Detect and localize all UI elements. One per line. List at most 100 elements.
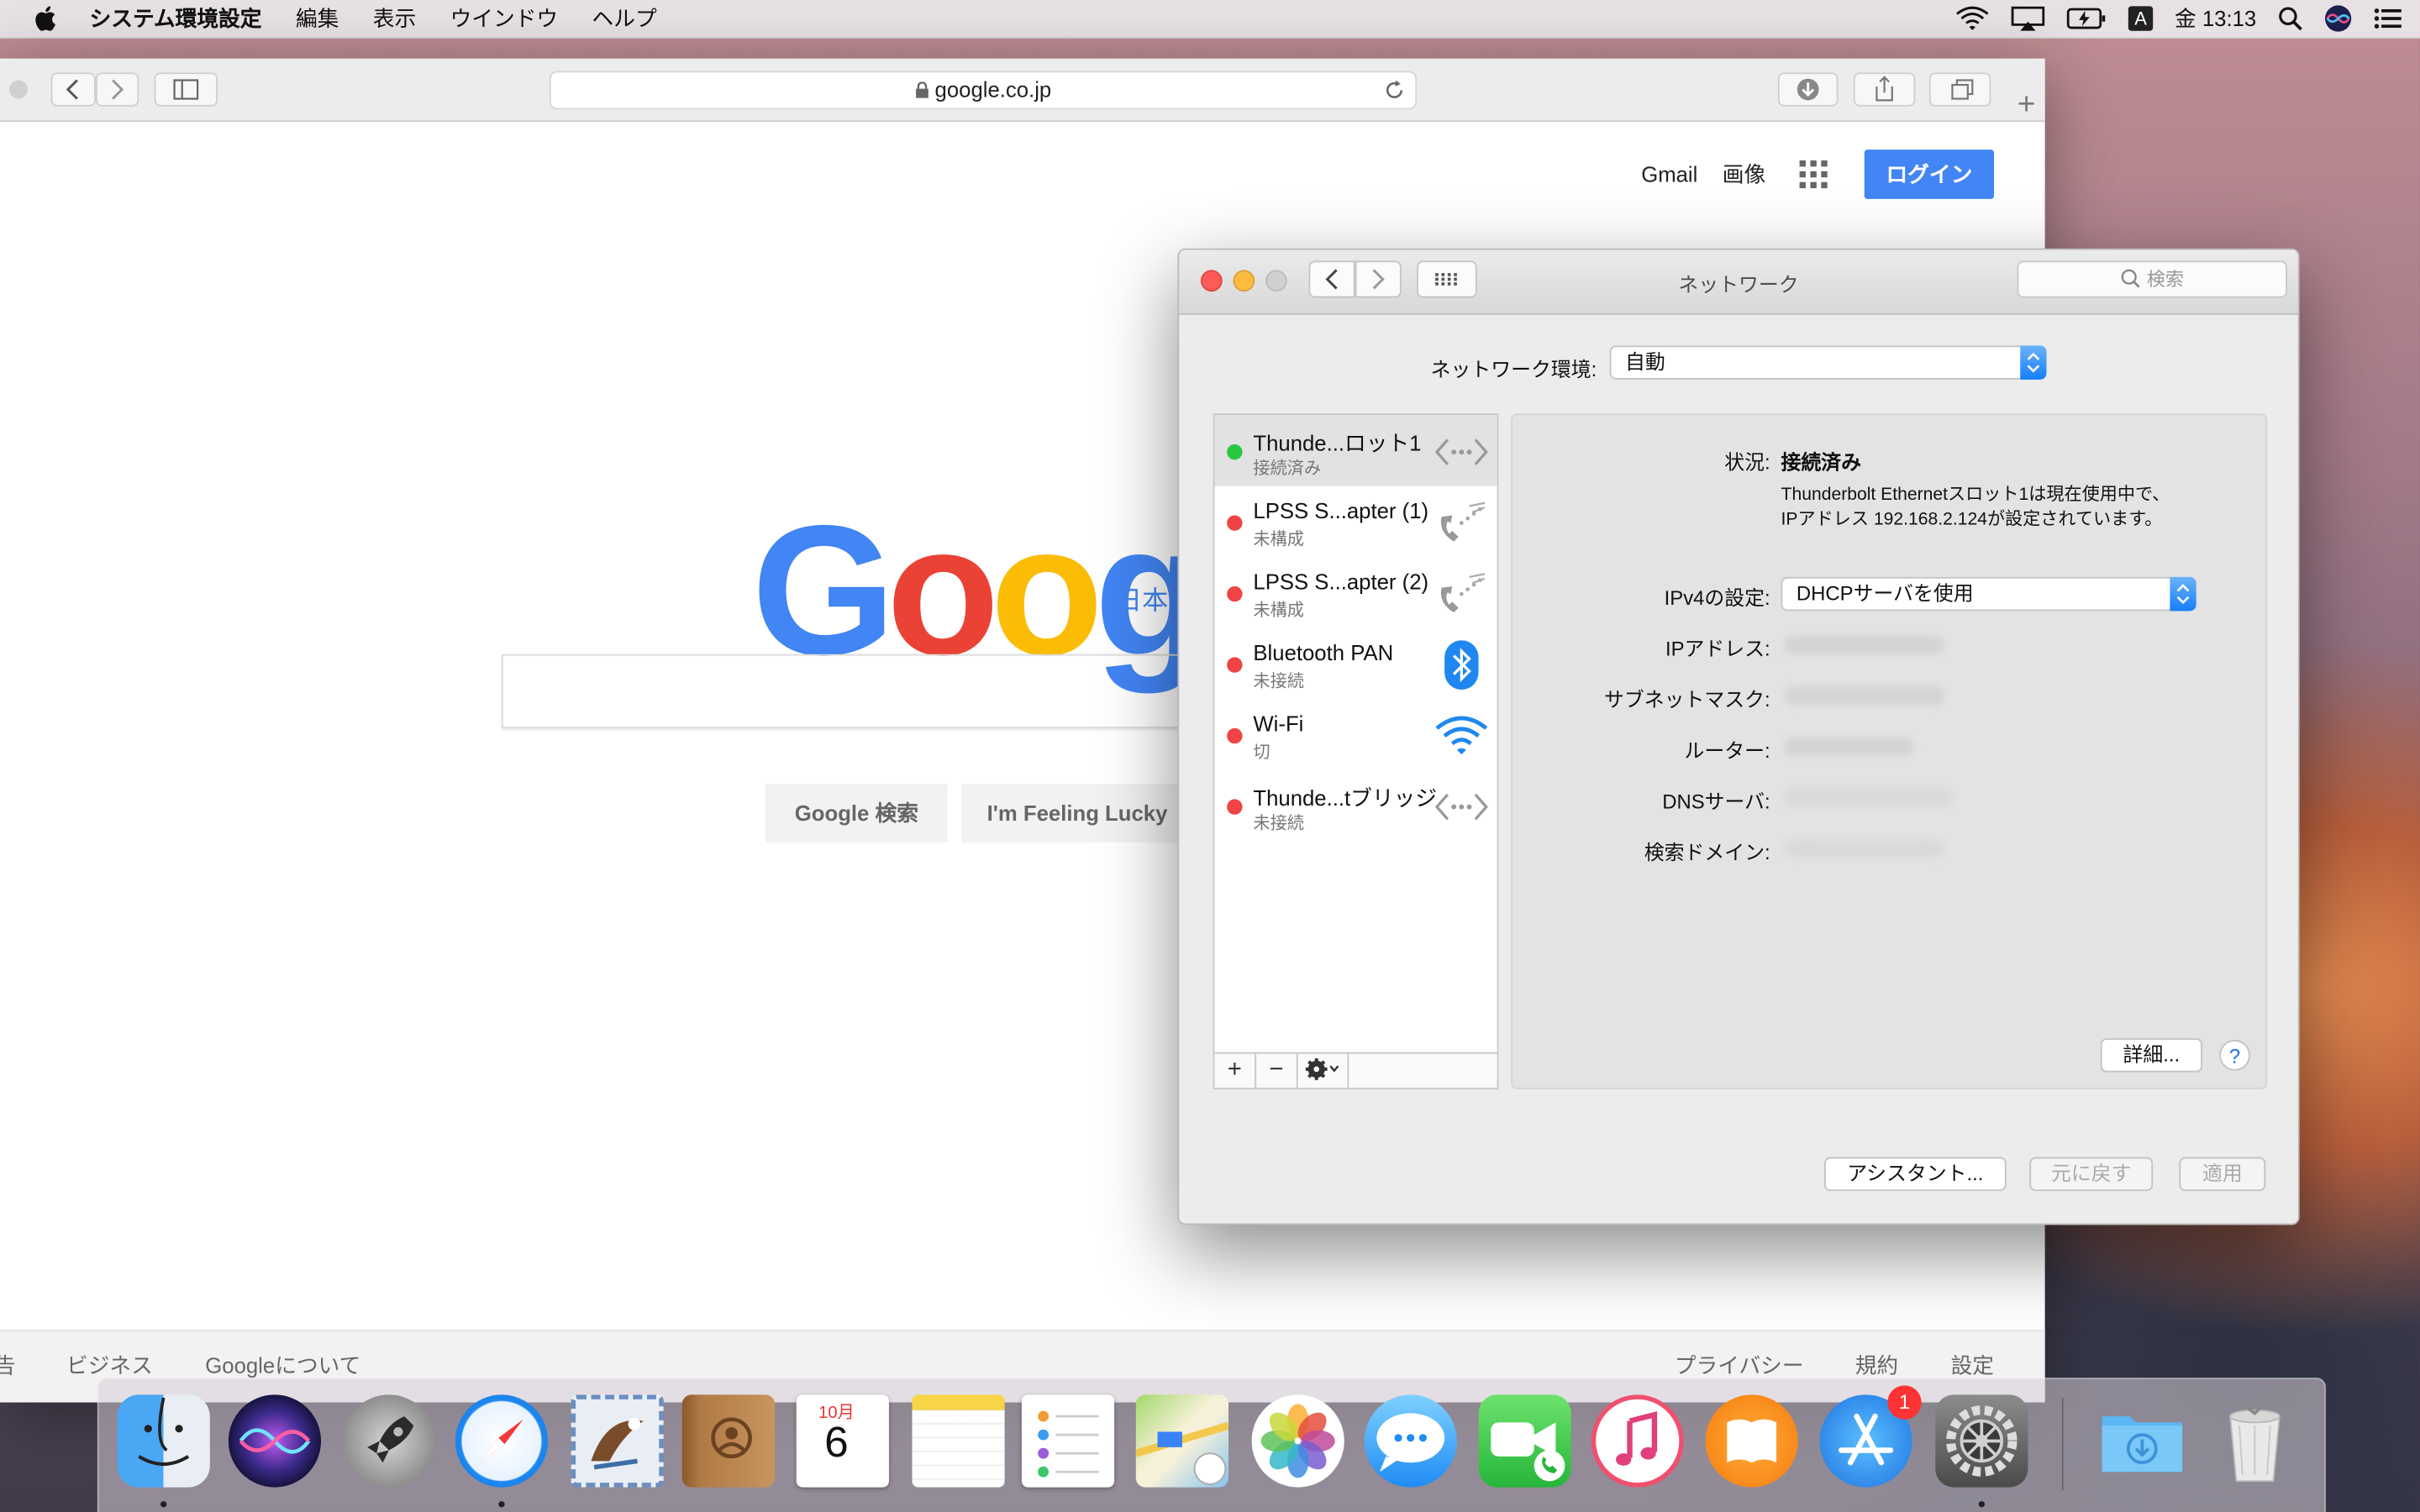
contacts-icon[interactable]	[681, 1394, 776, 1488]
footer-business-link[interactable]: ビジネス	[66, 1350, 153, 1381]
airplay-icon[interactable]	[2011, 6, 2045, 31]
remove-service-button[interactable]: −	[1256, 1053, 1298, 1088]
ip-address-value	[1784, 635, 1945, 654]
forward-button[interactable]	[95, 72, 139, 107]
service-item-lpss-2[interactable]: LPSS S...apter (2) 未構成	[1214, 557, 1497, 627]
download-icon	[1797, 78, 1819, 101]
phone-icon	[1440, 573, 1486, 613]
service-item-thunderbolt-1[interactable]: Thunde...ロット1 接続済み	[1214, 415, 1497, 486]
gmail-link[interactable]: Gmail	[1641, 162, 1697, 186]
app-store-icon[interactable]: 1	[1819, 1385, 1922, 1488]
service-item-thunderbolt-bridge[interactable]: Thunde...tブリッジ 未接続	[1214, 770, 1497, 841]
search-domain-value	[1784, 839, 1945, 858]
action-menu-button[interactable]	[1298, 1053, 1349, 1088]
service-item-lpss-1[interactable]: LPSS S...apter (1) 未構成	[1214, 486, 1497, 557]
google-apps-icon[interactable]	[1799, 160, 1828, 189]
siri-icon[interactable]	[2324, 5, 2352, 33]
search-domain-label: 検索ドメイン:	[1644, 841, 1770, 864]
service-list: Thunde...ロット1 接続済み LPSS S...apter (1) 未構…	[1213, 413, 1499, 1089]
service-name: Thunde...ロット1	[1253, 430, 1422, 455]
add-service-button[interactable]: +	[1214, 1053, 1257, 1088]
revert-button[interactable]: 元に戻す	[2029, 1157, 2154, 1191]
service-list-toolbar: + −	[1213, 1052, 1499, 1089]
prefs-search-field[interactable]: 検索	[2017, 260, 2287, 298]
service-item-wifi[interactable]: Wi-Fi 切	[1214, 699, 1497, 769]
service-status: 未構成	[1253, 530, 1305, 549]
apple-menu-icon[interactable]	[34, 5, 58, 33]
maps-icon[interactable]	[1134, 1394, 1230, 1488]
prefs-titlebar: ネットワーク 検索	[1179, 249, 2298, 315]
new-tab-button[interactable]: +	[2007, 87, 2047, 127]
siri-icon[interactable]	[228, 1394, 322, 1488]
ibooks-icon[interactable]	[1705, 1394, 1798, 1488]
menu-view[interactable]: 表示	[373, 3, 416, 34]
dns-server-value	[1784, 788, 1954, 807]
notification-center-icon[interactable]	[2374, 8, 2402, 29]
assistant-button[interactable]: アシスタント...	[1823, 1157, 2007, 1191]
service-status: 未接続	[1253, 814, 1305, 833]
running-indicator	[498, 1501, 505, 1508]
trash-icon[interactable]	[2208, 1394, 2301, 1487]
feeling-lucky-button[interactable]: I'm Feeling Lucky	[961, 784, 1193, 843]
popup-stepper-icon	[2170, 576, 2196, 612]
mail-icon[interactable]	[571, 1394, 664, 1488]
menu-window[interactable]: ウインドウ	[450, 3, 559, 34]
ipv4-value: DHCPサーバを使用	[1796, 581, 1974, 605]
address-bar[interactable]: google.co.jp	[549, 71, 1418, 110]
input-source-icon[interactable]: A	[2128, 6, 2154, 31]
reload-icon[interactable]	[1383, 79, 1407, 102]
login-button[interactable]: ログイン	[1864, 150, 1995, 199]
footer-privacy-link[interactable]: プライバシー	[1675, 1350, 1804, 1381]
system-preferences-icon[interactable]	[1935, 1394, 2028, 1488]
ipv4-popup[interactable]: DHCPサーバを使用	[1781, 576, 2196, 612]
share-button[interactable]	[1853, 72, 1916, 107]
service-name: Bluetooth PAN	[1253, 640, 1394, 665]
battery-icon[interactable]	[2066, 6, 2107, 30]
messages-icon[interactable]	[1364, 1394, 1457, 1488]
search-icon	[2121, 269, 2140, 288]
footer-about-link[interactable]: Googleについて	[205, 1350, 360, 1381]
notes-icon[interactable]	[912, 1394, 1005, 1488]
itunes-icon[interactable]	[1591, 1394, 1684, 1488]
status-value: 接続済み	[1781, 450, 1862, 474]
images-link[interactable]: 画像	[1723, 159, 1765, 190]
search-placeholder: 検索	[2146, 268, 2184, 291]
photos-icon[interactable]	[1251, 1394, 1344, 1488]
menu-edit[interactable]: 編集	[296, 3, 339, 34]
service-item-bluetooth-pan[interactable]: Bluetooth PAN 未接続	[1214, 628, 1497, 699]
service-status: 接続済み	[1253, 459, 1322, 479]
facetime-icon[interactable]	[1478, 1394, 1571, 1488]
footer-terms-link[interactable]: 規約	[1855, 1350, 1898, 1381]
detail-pane: 状況: 接続済み Thunderbolt Ethernetスロット1は現在使用中…	[1511, 413, 2268, 1089]
tabs-overview-button[interactable]	[1928, 72, 1991, 107]
calendar-icon[interactable]: 10月 6	[796, 1394, 889, 1488]
wifi-status-icon[interactable]	[1955, 6, 1989, 30]
status-dot	[1227, 585, 1243, 602]
finder-icon[interactable]	[117, 1394, 210, 1488]
help-button[interactable]: ?	[2219, 1039, 2250, 1071]
service-name: Thunde...tブリッジ	[1253, 785, 1438, 811]
safari-icon[interactable]	[455, 1394, 549, 1488]
tabs-icon	[1951, 79, 1974, 100]
footer-ad-link[interactable]: 告	[0, 1350, 15, 1381]
sidebar-toggle-button[interactable]	[154, 72, 218, 107]
status-label: 状況:	[1724, 450, 1770, 474]
downloads-stack-icon[interactable]	[2096, 1394, 2188, 1487]
ipv4-label: IPv4の設定:	[1664, 585, 1770, 610]
apply-button[interactable]: 適用	[2179, 1157, 2266, 1191]
menu-app-name[interactable]: システム環境設定	[90, 3, 262, 34]
location-popup[interactable]: 自動	[1609, 345, 2047, 380]
window-close-button[interactable]	[9, 80, 29, 99]
footer-settings-link[interactable]: 設定	[1951, 1350, 1994, 1381]
back-button[interactable]	[50, 72, 96, 107]
downloads-button[interactable]	[1777, 72, 1839, 107]
google-search-button[interactable]: Google 検索	[765, 784, 948, 843]
menu-help[interactable]: ヘルプ	[592, 3, 657, 34]
ip-address-label: IPアドレス:	[1665, 637, 1770, 661]
menu-clock[interactable]: 金 13:13	[2175, 3, 2256, 34]
launchpad-icon[interactable]	[342, 1394, 435, 1488]
advanced-button[interactable]: 詳細...	[2100, 1038, 2202, 1073]
reminders-icon[interactable]	[1021, 1394, 1115, 1488]
lock-icon	[915, 81, 929, 98]
spotlight-icon[interactable]	[2278, 6, 2302, 31]
